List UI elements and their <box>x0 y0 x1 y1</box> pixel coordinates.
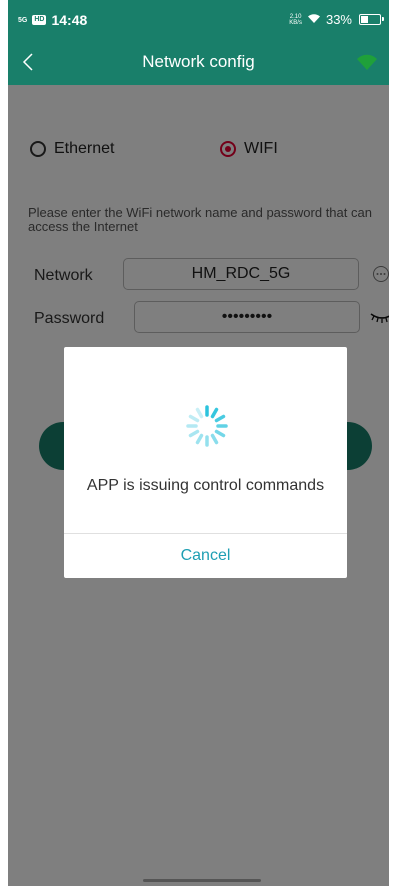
net-speed-value: 2.10 <box>289 13 302 20</box>
cancel-button[interactable]: Cancel <box>64 547 347 565</box>
hd-badge: HD <box>32 15 47 25</box>
wifi-signal-icon <box>307 12 321 27</box>
network-type: 5G <box>18 16 28 24</box>
home-indicator <box>143 879 261 882</box>
net-speed-unit: KB/s <box>289 19 302 26</box>
status-right: 2.10 KB/s 33% <box>289 12 384 27</box>
battery-percent: 33% <box>325 12 352 27</box>
dialog-divider <box>64 533 347 534</box>
net-speed: 2.10 KB/s <box>289 14 302 26</box>
status-left: 5G HD 14:48 <box>18 12 87 28</box>
wifi-icon[interactable] <box>355 52 379 72</box>
page-title: Network config <box>142 52 255 71</box>
battery-icon <box>359 14 384 25</box>
loading-spinner-icon <box>186 405 228 447</box>
loading-dialog: APP is issuing control commands Cancel <box>64 347 347 578</box>
dialog-message: APP is issuing control commands <box>86 477 325 494</box>
status-bar: 5G HD 14:48 2.10 KB/s 33% <box>8 0 389 40</box>
status-time: 14:48 <box>51 12 88 28</box>
screen: 5G HD 14:48 2.10 KB/s 33% Network config <box>8 0 389 886</box>
app-header: Network config <box>8 40 389 85</box>
